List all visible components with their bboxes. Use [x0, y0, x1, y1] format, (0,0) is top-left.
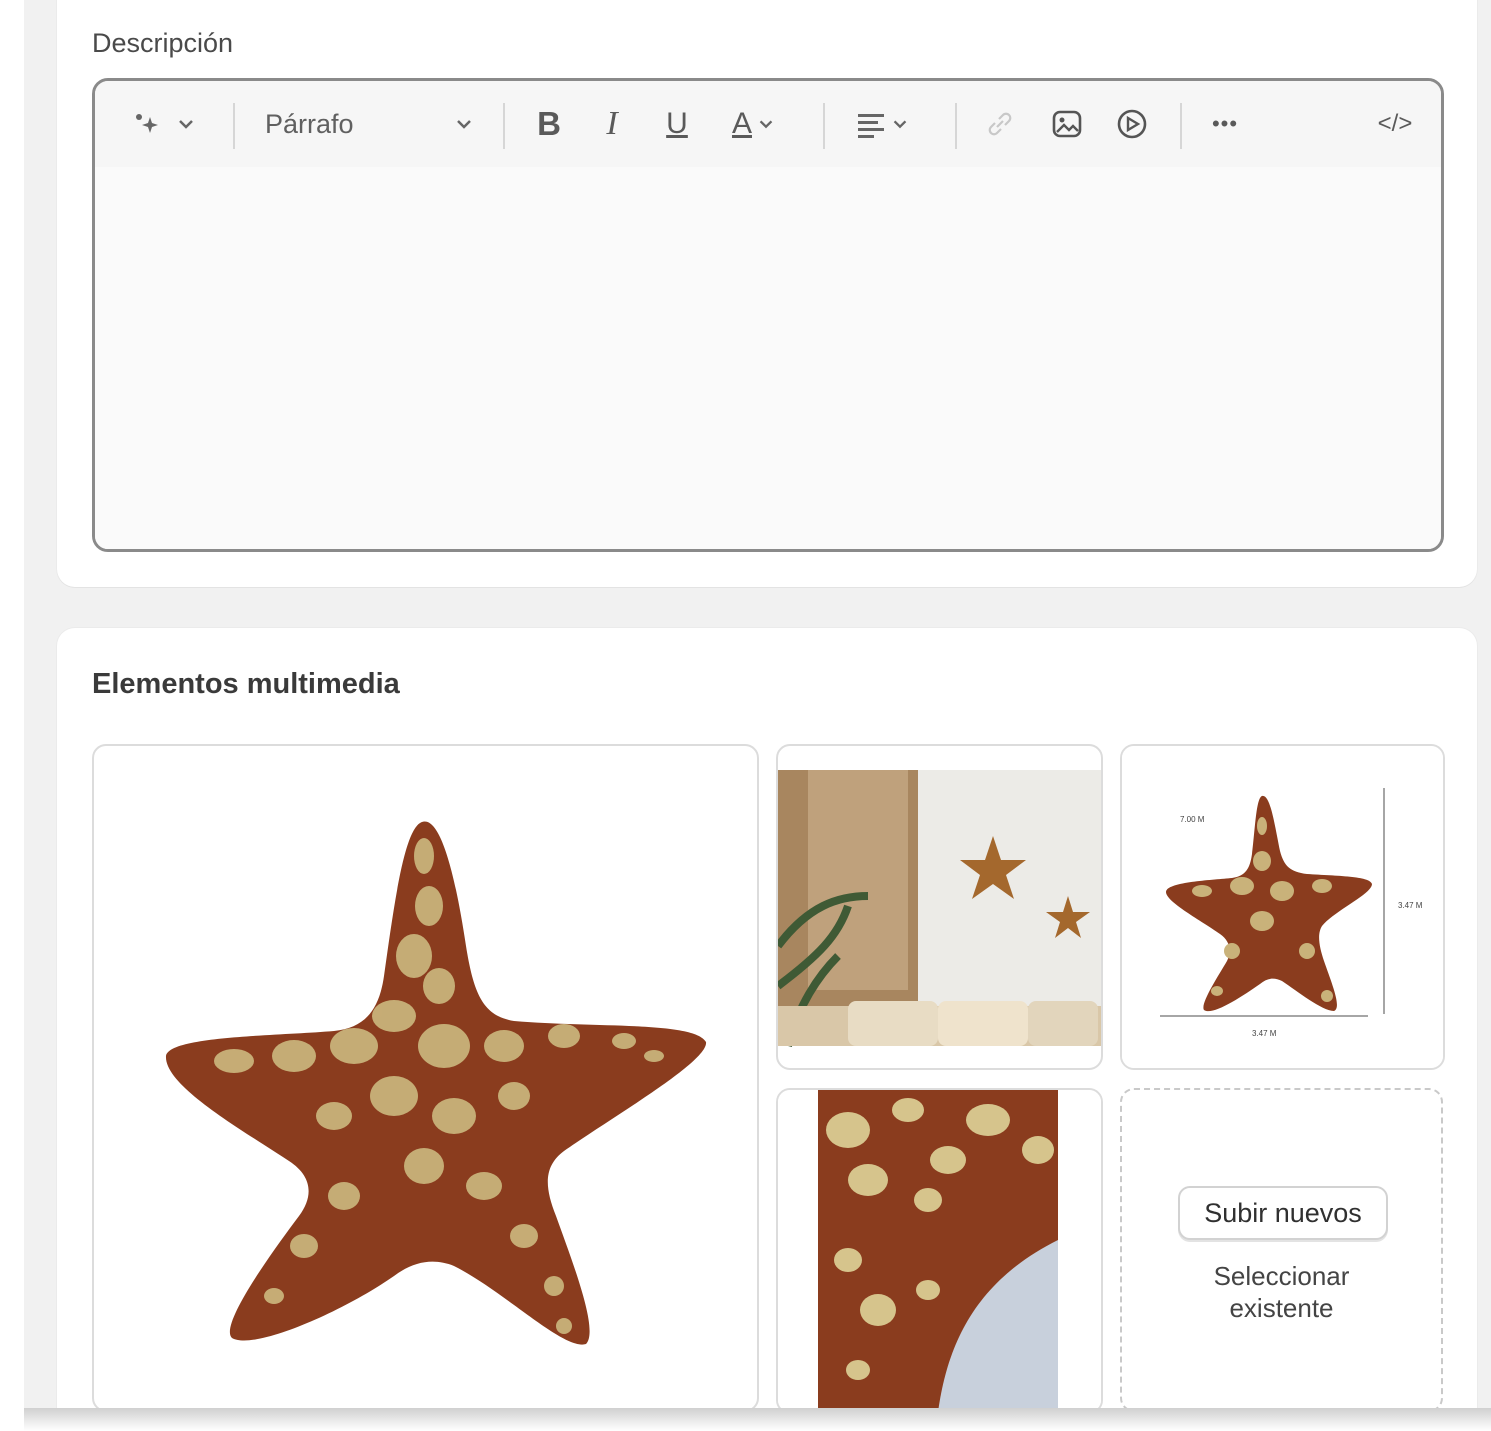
dimensions-image: 7.00 M 3.47 M 3.47 M	[1122, 746, 1443, 1068]
left-margin	[0, 0, 24, 1431]
link-button[interactable]	[980, 81, 1020, 167]
starfish-image	[165, 821, 707, 1345]
paragraph-style-label: Párrafo	[265, 108, 354, 139]
bottom-shadow	[24, 1408, 1491, 1431]
media-thumbnail-4[interactable]	[776, 1088, 1103, 1414]
room-photo-image	[778, 770, 1101, 1047]
editor-content-area[interactable]	[95, 167, 1441, 549]
rich-text-editor[interactable]: Párrafo B I U A ••• </>	[92, 78, 1444, 552]
text-color-label: A	[731, 107, 752, 140]
insert-image-button[interactable]	[1045, 81, 1089, 167]
chevron-down-icon	[759, 120, 773, 129]
description-card: Descripción Párrafo B I U A ••• </>	[57, 0, 1477, 587]
upload-new-button[interactable]: Subir nuevos	[1178, 1186, 1388, 1240]
underline-button[interactable]: U	[655, 81, 699, 167]
media-thumbnail-3[interactable]: 7.00 M 3.47 M 3.47 M	[1120, 744, 1445, 1070]
paragraph-style-dropdown[interactable]: Párrafo	[265, 81, 475, 167]
bold-button[interactable]: B	[527, 81, 571, 167]
editor-toolbar: Párrafo B I U A ••• </>	[95, 81, 1441, 167]
insert-video-button[interactable]	[1110, 81, 1154, 167]
dimension-label-top: 7.00 M	[1180, 815, 1205, 824]
image-icon	[1052, 110, 1082, 138]
chevron-down-icon	[457, 120, 471, 129]
dimension-label-right: 3.47 M	[1398, 901, 1423, 910]
chevron-down-icon	[893, 120, 907, 129]
toolbar-divider	[955, 103, 957, 149]
link-icon	[988, 112, 1012, 136]
media-section-title: Elementos multimedia	[92, 668, 400, 700]
media-upload-dropzone[interactable]: Subir nuevos Seleccionar existente	[1120, 1088, 1443, 1412]
media-card: Elementos multimedia 7.00 M 3.47 M 3.47 …	[57, 628, 1477, 1428]
toolbar-divider	[1180, 103, 1182, 149]
select-existing-link[interactable]: Seleccionar existente	[1122, 1260, 1441, 1324]
more-options-button[interactable]: •••	[1200, 81, 1250, 167]
media-thumbnail-main[interactable]	[92, 744, 759, 1412]
toolbar-divider	[233, 103, 235, 149]
italic-button[interactable]: I	[590, 81, 634, 167]
text-color-dropdown[interactable]: A	[721, 81, 787, 167]
dimension-label-bottom: 3.47 M	[1252, 1029, 1277, 1038]
closeup-photo-image	[778, 1090, 1101, 1412]
show-html-button[interactable]: </>	[1370, 81, 1420, 167]
sparkle-icon	[136, 114, 158, 133]
description-label: Descripción	[92, 28, 234, 58]
ai-tools-dropdown[interactable]	[125, 81, 205, 167]
select-existing-label: Seleccionar existente	[1213, 1261, 1350, 1323]
chevron-down-icon	[179, 120, 193, 129]
toolbar-divider	[503, 103, 505, 149]
play-circle-icon	[1117, 109, 1147, 139]
align-left-icon	[858, 114, 884, 138]
media-thumbnail-2[interactable]	[776, 744, 1103, 1070]
toolbar-divider	[823, 103, 825, 149]
alignment-dropdown[interactable]	[847, 81, 919, 167]
